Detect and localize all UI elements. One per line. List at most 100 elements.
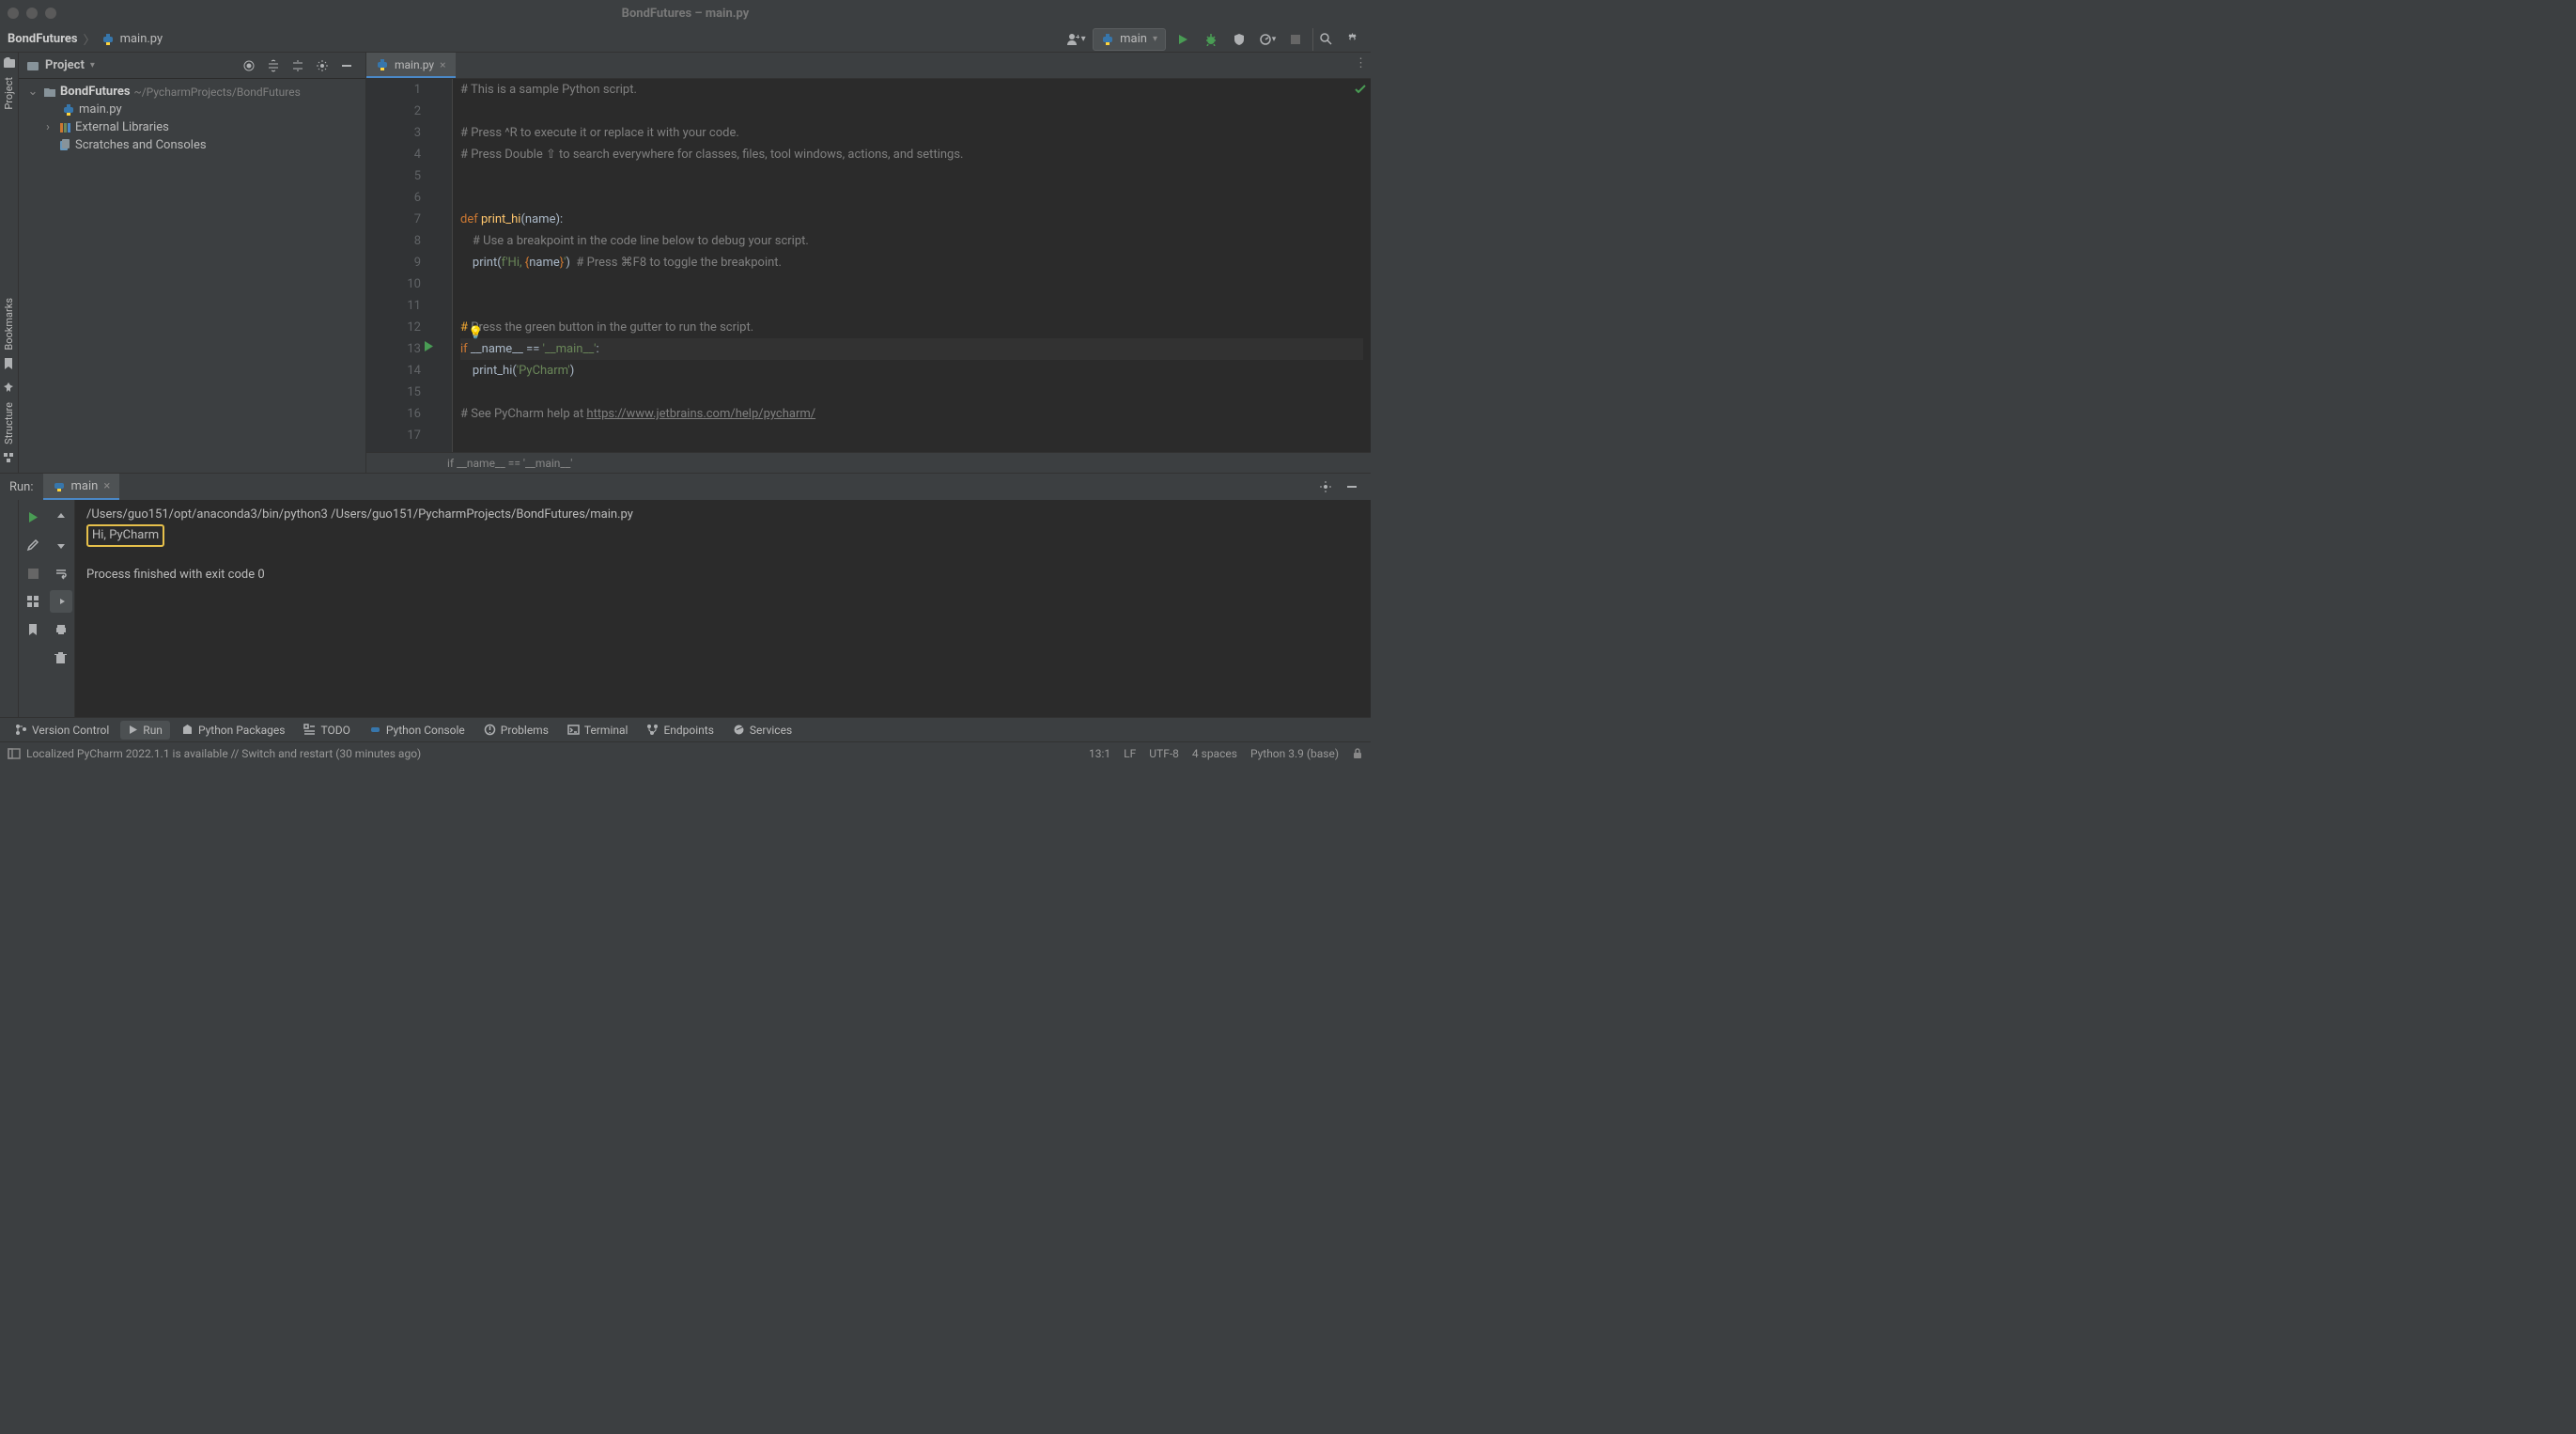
expand-all-button[interactable] (262, 55, 285, 77)
layout-button[interactable] (22, 590, 44, 613)
code-line[interactable] (460, 187, 1363, 209)
code-line[interactable]: # Press Double ⇧ to search everywhere fo… (460, 144, 1363, 165)
tab-python-console[interactable]: Python Console (362, 721, 473, 740)
breadcrumb-file[interactable]: main.py (120, 32, 163, 46)
run-settings-button[interactable] (1314, 475, 1337, 498)
tab-todo[interactable]: TODO (296, 721, 357, 740)
fold-gutter[interactable] (440, 79, 453, 452)
run-configuration-selector[interactable]: main ▾ (1093, 28, 1166, 51)
lock-icon[interactable] (1352, 747, 1363, 759)
code-line[interactable]: # Use a breakpoint in the code line belo… (460, 230, 1363, 252)
tree-root[interactable]: ⌄ BondFutures ~/PycharmProjects/BondFutu… (19, 83, 365, 101)
scroll-down-button[interactable] (50, 534, 72, 556)
print-button[interactable] (50, 618, 72, 641)
status-message[interactable]: Localized PyCharm 2022.1.1 is available … (26, 747, 421, 760)
tab-version-control[interactable]: Version Control (8, 721, 116, 740)
stop-button[interactable] (1284, 28, 1307, 51)
code-line[interactable] (460, 165, 1363, 187)
python-file-icon (62, 103, 75, 117)
line-separator[interactable]: LF (1124, 747, 1136, 760)
tab-run[interactable]: Run (120, 721, 170, 740)
select-opened-file-button[interactable] (238, 55, 260, 77)
interpreter-info[interactable]: Python 3.9 (base) (1250, 747, 1339, 760)
code-line[interactable]: print(f'Hi, {name}') # Press ⌘F8 to togg… (460, 252, 1363, 273)
code-line[interactable]: # Press ^R to execute it or replace it w… (460, 122, 1363, 144)
code-line[interactable]: # This is a sample Python script. (460, 79, 1363, 101)
file-encoding[interactable]: UTF-8 (1149, 747, 1179, 760)
code-line[interactable]: def print_hi(name): (460, 209, 1363, 230)
intention-bulb-icon[interactable]: #💡 (460, 320, 468, 335)
pin-icon[interactable] (3, 382, 16, 395)
maximize-window-button[interactable] (45, 8, 56, 19)
code-line[interactable] (460, 273, 1363, 295)
tree-file-mainpy[interactable]: main.py (19, 101, 365, 118)
editor-tab-mainpy[interactable]: main.py × (366, 53, 456, 78)
add-user-icon[interactable]: ▾ (1064, 28, 1087, 51)
breadcrumb-project[interactable]: BondFutures (8, 32, 78, 46)
soft-wrap-button[interactable] (50, 562, 72, 585)
project-root-path: ~/PycharmProjects/BondFutures (134, 86, 301, 99)
run-line-icon[interactable] (424, 341, 434, 351)
tab-endpoints[interactable]: Endpoints (639, 721, 721, 740)
project-panel-title[interactable]: Project (45, 58, 85, 72)
stop-run-button[interactable] (22, 562, 44, 585)
structure-tool-label[interactable]: Structure (3, 398, 15, 448)
profiler-button[interactable]: ▾ (1256, 28, 1279, 51)
project-tool-label[interactable]: Project (3, 73, 15, 114)
code-editor[interactable]: 1234567891011121314151617 # This is a sa… (366, 79, 1371, 452)
indent-info[interactable]: 4 spaces (1192, 747, 1237, 760)
search-everywhere-button[interactable] (1312, 28, 1335, 51)
line-number-gutter[interactable]: 1234567891011121314151617 (366, 79, 440, 452)
minimize-window-button[interactable] (26, 8, 38, 19)
status-menu-icon[interactable] (8, 747, 21, 760)
cursor-position[interactable]: 13:1 (1089, 747, 1110, 760)
tree-scratches[interactable]: Scratches and Consoles (19, 136, 365, 154)
bookmarks-tool-label[interactable]: Bookmarks (3, 294, 15, 354)
chevron-down-icon[interactable]: ▾ (90, 60, 95, 70)
tab-options-button[interactable]: ⋮ (1355, 56, 1367, 70)
close-window-button[interactable] (8, 8, 19, 19)
hide-run-panel-button[interactable] (1341, 475, 1363, 498)
code-line[interactable] (460, 295, 1363, 317)
code-line[interactable]: if __name__ == '__main__': (460, 338, 1363, 360)
coverage-button[interactable] (1228, 28, 1250, 51)
close-run-tab-button[interactable]: × (103, 479, 110, 493)
console-output[interactable]: /Users/guo151/opt/anaconda3/bin/python3 … (75, 500, 1371, 717)
debug-button[interactable] (1200, 28, 1222, 51)
close-tab-button[interactable]: × (440, 58, 445, 71)
code-line[interactable]: #💡 Press the green button in the gutter … (460, 317, 1363, 338)
tab-problems[interactable]: Problems (476, 721, 556, 740)
run-panel-label: Run: (0, 480, 43, 494)
tab-terminal[interactable]: Terminal (560, 721, 636, 740)
pin-tab-button[interactable] (22, 618, 44, 641)
code-line[interactable]: print_hi('PyCharm') (460, 360, 1363, 382)
tab-python-packages[interactable]: Python Packages (174, 721, 293, 740)
project-tool-icon[interactable] (3, 56, 16, 70)
bookmark-icon[interactable] (3, 357, 16, 370)
chevron-down-icon[interactable]: ⌄ (26, 85, 39, 99)
clear-output-button[interactable] (50, 647, 72, 669)
chevron-right-icon[interactable]: › (41, 120, 54, 134)
panel-settings-button[interactable] (311, 55, 334, 77)
code-line[interactable] (460, 382, 1363, 403)
breadcrumb-separator: 〉 (84, 30, 96, 48)
code-line[interactable] (460, 101, 1363, 122)
hide-panel-button[interactable] (335, 55, 358, 77)
settings-button[interactable] (1341, 28, 1363, 51)
run-button[interactable] (1172, 28, 1194, 51)
structure-icon[interactable] (3, 452, 16, 465)
breadcrumb[interactable]: BondFutures 〉 main.py (8, 30, 163, 48)
inspection-ok-icon[interactable] (1354, 83, 1367, 96)
collapse-all-button[interactable] (287, 55, 309, 77)
run-tab-main[interactable]: main × (43, 474, 120, 500)
code-content[interactable]: # This is a sample Python script. # Press… (453, 79, 1371, 452)
tab-services[interactable]: Services (725, 721, 799, 740)
code-line[interactable]: # See PyCharm help at https://www.jetbra… (460, 403, 1363, 425)
project-tree[interactable]: ⌄ BondFutures ~/PycharmProjects/BondFutu… (19, 79, 365, 158)
modify-run-config-button[interactable] (22, 534, 44, 556)
tree-external-libraries[interactable]: › External Libraries (19, 118, 365, 136)
scroll-to-end-button[interactable] (50, 590, 72, 613)
rerun-button[interactable] (22, 506, 44, 528)
scroll-up-button[interactable] (50, 506, 72, 528)
code-line[interactable] (460, 425, 1363, 446)
